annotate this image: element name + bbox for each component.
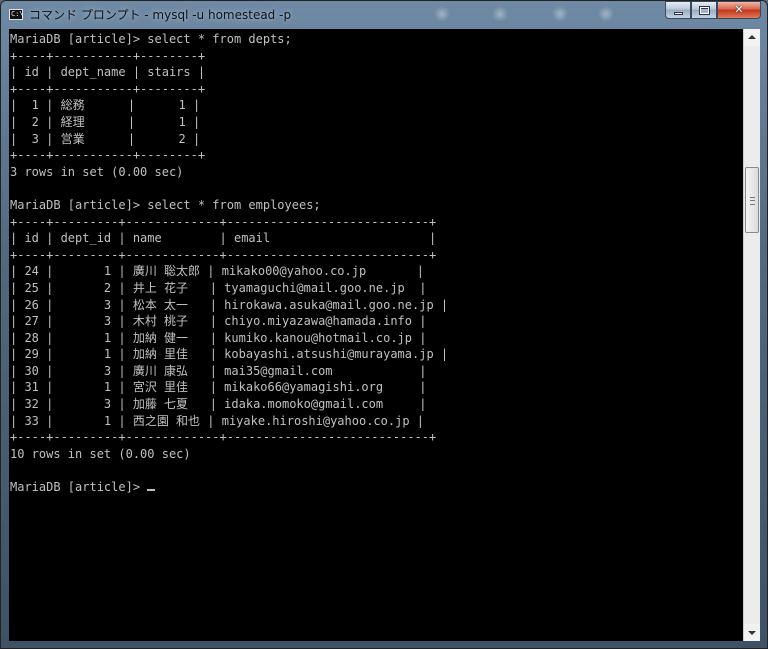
console-line: | 31 | 1 | 宮沢 里佳 | mikako66@yamagishi.or…	[10, 380, 427, 395]
scrollbar-thumb[interactable]	[745, 167, 759, 233]
console-line: | 26 | 3 | 松本 太一 | hirokawa.asuka@mail.g…	[10, 297, 449, 312]
scroll-down-button[interactable]	[744, 624, 760, 641]
maximize-button[interactable]	[691, 1, 717, 19]
text-cursor	[147, 489, 156, 492]
console-line: | 1 | 総務 | 1 |	[10, 98, 201, 113]
console-line: 10 rows in set (0.00 sec)	[10, 446, 191, 461]
vertical-scrollbar[interactable]	[743, 29, 760, 641]
console-line: +----+-----------+--------+	[10, 81, 206, 96]
console-line: | 28 | 1 | 加納 健一 | kumiko.kanou@hotmail.…	[10, 330, 427, 345]
console-line: +----+---------+-------------+----------…	[10, 430, 437, 445]
minimize-button[interactable]	[665, 1, 691, 19]
window-title: コマンド プロンプト - mysql -u homestead -p	[29, 8, 292, 22]
titlebar-reflection	[597, 7, 615, 21]
console-text: MariaDB [article]> select * from depts; …	[9, 29, 743, 496]
console-line: MariaDB [article]> select * from employe…	[10, 197, 321, 212]
console-app-icon[interactable]: C:\	[9, 9, 24, 20]
console-line: MariaDB [article]> select * from depts;	[10, 32, 292, 46]
grip-icon	[750, 197, 755, 205]
console-line: 3 rows in set (0.00 sec)	[10, 164, 184, 179]
maximize-icon	[699, 6, 710, 15]
arrow-up-icon	[748, 35, 756, 39]
titlebar-reflection	[551, 7, 569, 21]
minimize-icon	[674, 12, 683, 15]
console-line: | 30 | 3 | 廣川 康弘 | mai35@gmail.com |	[10, 363, 427, 378]
console-line: | 25 | 2 | 井上 花子 | tyamaguchi@mail.goo.n…	[10, 280, 427, 295]
close-icon: ✕	[734, 3, 744, 16]
app-icon-text: C:\	[11, 10, 24, 18]
command-prompt-window: C:\ コマンド プロンプト - mysql -u homestead -p ✕…	[0, 0, 768, 649]
scroll-up-button[interactable]	[744, 29, 760, 46]
console-line: +----+-----------+--------+	[10, 148, 206, 163]
titlebar-reflection	[433, 7, 451, 21]
console-line: +----+---------+-------------+----------…	[10, 214, 437, 229]
console-line: MariaDB [article]>	[10, 480, 148, 495]
console-line: | 2 | 経理 | 1 |	[10, 114, 201, 129]
console-line: | 3 | 営業 | 2 |	[10, 131, 201, 146]
console-line: | 33 | 1 | 西之園 和也 | miyake.hiroshi@yahoo…	[10, 413, 425, 428]
window-controls: ✕	[665, 1, 761, 20]
arrow-down-icon	[748, 631, 756, 635]
console-line: | id | dept_name | stairs |	[10, 65, 206, 80]
console-line: +----+---------+-------------+----------…	[10, 247, 437, 262]
close-button[interactable]: ✕	[717, 1, 761, 19]
console-line: | 27 | 3 | 木村 桃子 | chiyo.miyazawa@hamada…	[10, 314, 427, 329]
console-output-area[interactable]: MariaDB [article]> select * from depts; …	[9, 29, 743, 641]
console-line: | 32 | 3 | 加藤 七夏 | idaka.momoko@gmail.co…	[10, 397, 427, 412]
titlebar-reflection	[491, 7, 509, 21]
console-line: +----+-----------+--------+	[10, 48, 206, 63]
console-line: | 29 | 1 | 加納 里佳 | kobayashi.atsushi@mur…	[10, 347, 449, 362]
console-line: | 24 | 1 | 廣川 聡太郎 | mikako00@yahoo.co.jp…	[10, 264, 425, 279]
console-line: | id | dept_id | name | email |	[10, 231, 437, 246]
title-bar[interactable]: C:\ コマンド プロンプト - mysql -u homestead -p ✕	[1, 1, 767, 28]
